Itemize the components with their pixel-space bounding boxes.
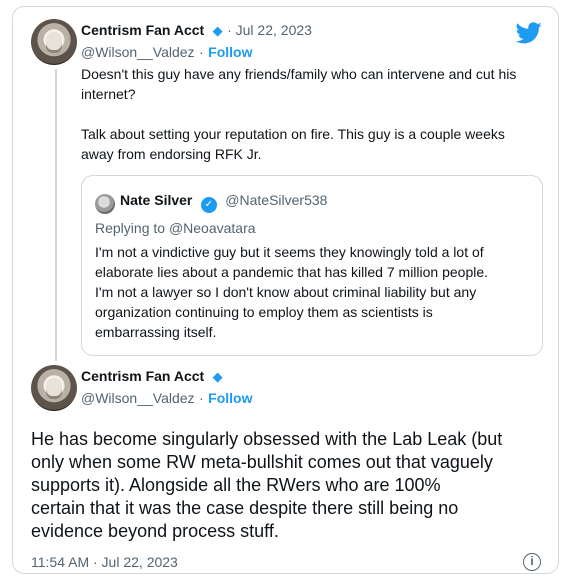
tweet-line: Doesn't this guy have any friends/family… [81, 66, 517, 82]
verified-icon: ◆ [212, 369, 223, 384]
quoted-header: Nate Silver ✓ @NateSilver538 [120, 192, 327, 213]
tweet-timestamp[interactable]: 11:54 AM · Jul 22, 2023 [31, 554, 178, 570]
tweet-line: certain that it was the case despite the… [31, 498, 459, 518]
info-icon[interactable]: i [523, 553, 541, 571]
reply-handle[interactable]: @Neoavatara [169, 220, 256, 236]
tweet-line: supports it). Alongside all the RWers wh… [31, 475, 441, 495]
tweet-line: Talk about setting your reputation on fi… [81, 126, 505, 142]
quoted-line: I'm not a vindictive guy but it seems th… [95, 244, 484, 260]
tweet1-header: Centrism Fan Acct ◆ · Jul 22, 2023 [81, 22, 312, 40]
tweet1-subheader: @Wilson__Valdez · Follow [81, 44, 252, 62]
reply-context: Replying to @Neoavatara [95, 220, 256, 236]
separator-dot: · [199, 390, 204, 406]
quoted-tweet[interactable]: Nate Silver ✓ @NateSilver538 Replying to… [81, 175, 543, 356]
reply-prefix: Replying to [95, 220, 166, 236]
author-avatar[interactable] [31, 365, 77, 411]
tweet-line: only when some RW meta-bullshit comes ou… [31, 452, 493, 472]
quoted-author-handle: @NateSilver538 [225, 192, 328, 208]
follow-button[interactable]: Follow [208, 44, 252, 60]
follow-button[interactable]: Follow [208, 390, 252, 406]
verified-icon: ◆ [212, 23, 223, 38]
quoted-text: I'm not a vindictive guy but it seems th… [95, 242, 525, 342]
tweet-line: He has become singularly obsessed with t… [31, 429, 503, 449]
author-handle[interactable]: @Wilson__Valdez [81, 44, 195, 60]
thread-line [55, 69, 57, 361]
quoted-line: elaborate lies about a pandemic that has… [95, 264, 489, 280]
quoted-author-name: Nate Silver [120, 192, 193, 208]
author-avatar[interactable] [31, 19, 77, 65]
separator-dot: · [199, 44, 204, 60]
quoted-author-avatar [95, 194, 115, 214]
author-handle[interactable]: @Wilson__Valdez [81, 390, 195, 406]
quoted-line: embarrassing itself. [95, 324, 217, 340]
tweet-line: away from endorsing RFK Jr. [81, 146, 262, 162]
quoted-line: organization continuing to employ them a… [95, 304, 433, 320]
tweet-line: evidence beyond process stuff. [31, 521, 279, 541]
tweet-line: internet? [81, 86, 136, 102]
tweet2-text: He has become singularly obsessed with t… [31, 428, 541, 543]
twitter-bird-icon[interactable] [516, 22, 542, 44]
quoted-line: I'm not a lawyer so I don't know about c… [95, 284, 477, 300]
author-name[interactable]: Centrism Fan Acct [81, 22, 204, 38]
tweet-date[interactable]: · Jul 22, 2023 [227, 22, 312, 38]
tweet1-text: Doesn't this guy have any friends/family… [81, 64, 546, 164]
tweet2-subheader: @Wilson__Valdez · Follow [81, 390, 252, 408]
tweet-card: Centrism Fan Acct ◆ · Jul 22, 2023 @Wils… [12, 6, 559, 574]
verified-icon: ✓ [200, 197, 217, 213]
author-name[interactable]: Centrism Fan Acct [81, 368, 204, 384]
tweet2-header: Centrism Fan Acct ◆ [81, 368, 223, 386]
